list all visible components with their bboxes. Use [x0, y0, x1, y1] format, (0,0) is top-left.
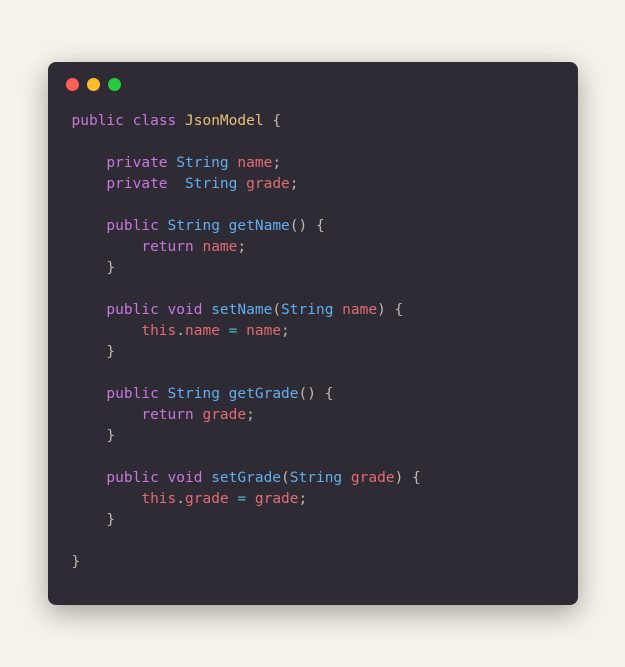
class-name: JsonModel	[185, 113, 264, 129]
keyword-class: class	[133, 113, 177, 129]
code-window: public class JsonModel { private String …	[48, 62, 578, 605]
window-titlebar	[48, 62, 578, 99]
semi: ;	[237, 239, 246, 255]
brace: {	[264, 113, 281, 129]
keyword-this: this	[141, 323, 176, 339]
keyword-private: private	[106, 176, 167, 192]
keyword-return: return	[141, 407, 193, 423]
rparen: ) {	[377, 302, 403, 318]
semi: ;	[290, 176, 299, 192]
keyword-void: void	[168, 470, 203, 486]
type-string: String	[176, 155, 228, 171]
keyword-public: public	[72, 113, 124, 129]
keyword-public: public	[106, 386, 158, 402]
keyword-public: public	[106, 302, 158, 318]
op-eq: =	[229, 491, 255, 507]
dot: .	[176, 323, 185, 339]
type-string: String	[185, 176, 237, 192]
field-name: name	[185, 323, 220, 339]
brace: }	[106, 344, 115, 360]
keyword-private: private	[106, 155, 167, 171]
method-setGrade: setGrade	[211, 470, 281, 486]
var-grade: grade	[202, 407, 246, 423]
maximize-icon[interactable]	[108, 78, 121, 91]
keyword-public: public	[106, 218, 158, 234]
type-string: String	[168, 218, 220, 234]
semi: ;	[281, 323, 290, 339]
dot: .	[176, 491, 185, 507]
brace: }	[106, 428, 115, 444]
lparen: (	[272, 302, 281, 318]
method-getName: getName	[229, 218, 290, 234]
keyword-this: this	[141, 491, 176, 507]
type-string: String	[281, 302, 333, 318]
param-name: name	[342, 302, 377, 318]
close-icon[interactable]	[66, 78, 79, 91]
field-name: name	[237, 155, 272, 171]
rparen: ) {	[395, 470, 421, 486]
semi: ;	[272, 155, 281, 171]
brace: }	[72, 554, 81, 570]
brace: }	[106, 260, 115, 276]
keyword-public: public	[106, 470, 158, 486]
field-grade: grade	[185, 491, 229, 507]
var-name: name	[202, 239, 237, 255]
semi: ;	[299, 491, 308, 507]
paren: () {	[290, 218, 325, 234]
code-block: public class JsonModel { private String …	[48, 99, 578, 581]
lparen: (	[281, 470, 290, 486]
var-name: name	[246, 323, 281, 339]
var-grade: grade	[255, 491, 299, 507]
keyword-void: void	[168, 302, 203, 318]
semi: ;	[246, 407, 255, 423]
type-string: String	[168, 386, 220, 402]
field-grade: grade	[246, 176, 290, 192]
type-string: String	[290, 470, 342, 486]
op-eq: =	[220, 323, 246, 339]
paren: () {	[299, 386, 334, 402]
method-setName: setName	[211, 302, 272, 318]
keyword-return: return	[141, 239, 193, 255]
method-getGrade: getGrade	[229, 386, 299, 402]
brace: }	[106, 512, 115, 528]
minimize-icon[interactable]	[87, 78, 100, 91]
param-grade: grade	[351, 470, 395, 486]
